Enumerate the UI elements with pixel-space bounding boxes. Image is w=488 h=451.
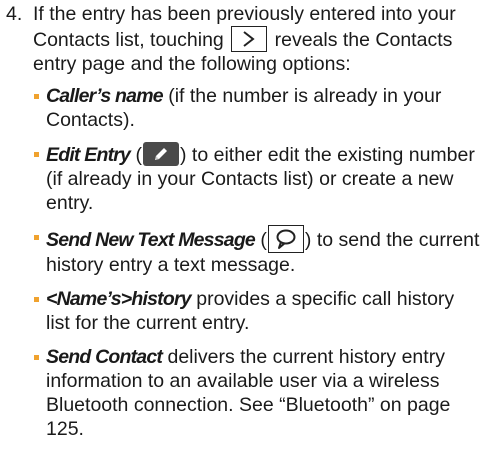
list-item: Send Contact delivers the current histor… bbox=[33, 345, 482, 441]
step-body: If the entry has been previously entered… bbox=[33, 2, 482, 441]
pencil-icon bbox=[143, 142, 180, 166]
bullet-marker bbox=[34, 235, 39, 240]
manual-page: 4. If the entry has been previously ente… bbox=[0, 0, 488, 440]
bullet-marker bbox=[34, 152, 39, 157]
bullet-marker bbox=[34, 297, 39, 302]
option-paren: ( bbox=[130, 144, 143, 166]
step-number: 4. bbox=[6, 3, 23, 25]
option-term: Send Contact bbox=[46, 346, 163, 368]
option-term: <Name’s>history bbox=[46, 288, 192, 310]
list-item: <Name’s>history provides a specific call… bbox=[33, 287, 482, 335]
options-list: Caller’s name (if the number is already … bbox=[33, 84, 482, 441]
option-paren: ( bbox=[254, 229, 267, 251]
bullet-marker bbox=[34, 94, 39, 99]
option-term: Edit Entry bbox=[46, 144, 131, 166]
list-item: Caller’s name (if the number is already … bbox=[33, 84, 482, 132]
list-item: Edit Entry () to either edit the existin… bbox=[33, 142, 482, 215]
speech-bubble-icon bbox=[267, 225, 304, 253]
chevron-right-icon bbox=[231, 26, 268, 52]
option-term: Caller’s name bbox=[46, 85, 164, 107]
step-4: 4. If the entry has been previously ente… bbox=[6, 2, 482, 451]
bullet-marker bbox=[34, 355, 39, 360]
option-term: Send New Text Message bbox=[46, 229, 256, 251]
list-item: Send New Text Message () to send the cur… bbox=[33, 225, 482, 277]
